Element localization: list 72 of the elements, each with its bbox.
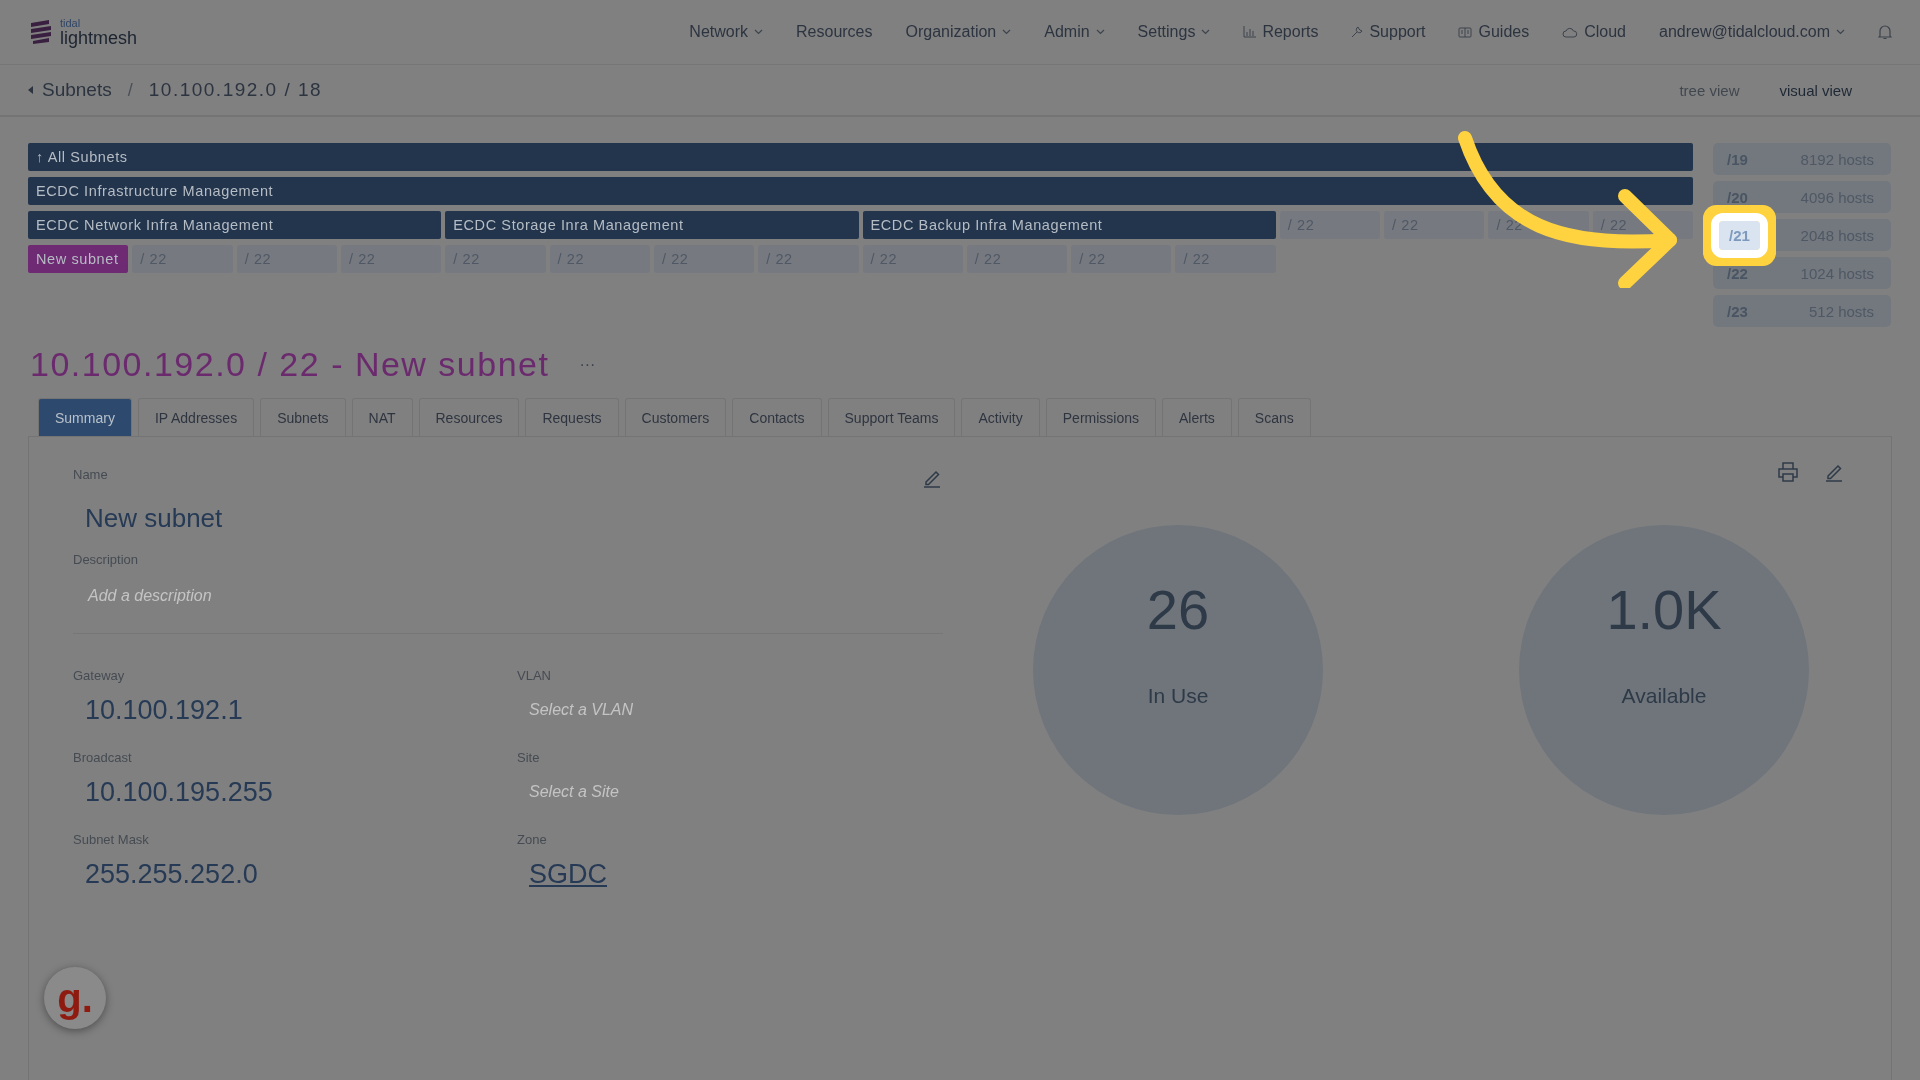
- nav-link[interactable]: Admin: [1044, 23, 1105, 41]
- field-label: Subnet Mask: [73, 832, 150, 847]
- stat-value: 1.0K: [1606, 577, 1722, 642]
- tab[interactable]: Support Teams: [827, 398, 956, 436]
- tab[interactable]: Requests: [525, 398, 619, 436]
- caret-icon: [1095, 29, 1105, 35]
- nav-link[interactable]: Organization: [905, 23, 1012, 41]
- caret-icon: [1201, 29, 1211, 35]
- nav-link[interactable]: Resources: [796, 23, 873, 41]
- nav-link[interactable]: andrew@tidalcloud.com: [1659, 23, 1845, 41]
- caret-icon: [1836, 29, 1845, 35]
- brand-tagline: tidal: [60, 17, 82, 29]
- back-caret-icon: [28, 86, 34, 94]
- field-label: VLAN: [517, 668, 552, 683]
- subnet-block[interactable]: ECDC Storage Inra Management: [445, 211, 859, 239]
- more-menu[interactable]: ···: [579, 355, 596, 374]
- back-link[interactable]: Subnets: [28, 79, 112, 101]
- bar-chart-icon: [1243, 26, 1257, 38]
- tab[interactable]: Customers: [624, 398, 727, 436]
- tab[interactable]: Activity: [961, 398, 1040, 436]
- tab[interactable]: Resources: [418, 398, 520, 436]
- field-value: 10.100.192.1: [84, 694, 244, 726]
- name-value: New subnet: [84, 502, 224, 534]
- print-icon[interactable]: [1777, 461, 1799, 483]
- book-icon: [1458, 26, 1473, 38]
- tab[interactable]: NAT: [351, 398, 413, 436]
- tab[interactable]: Scans: [1237, 398, 1311, 436]
- zone-link[interactable]: SGDC: [529, 859, 607, 890]
- subnet-block[interactable]: ECDC Backup Infra Management: [862, 211, 1276, 239]
- subnet-title: 10.100.192.0 / 22 - New subnet: [30, 345, 550, 384]
- wrench-icon: [1351, 26, 1364, 38]
- field-value: 255.255.252.0: [84, 858, 259, 890]
- field-label: Name: [73, 467, 108, 482]
- nav-link[interactable]: Reports: [1243, 23, 1319, 41]
- cloud-icon: [1562, 26, 1579, 38]
- select-field[interactable]: Select a Site: [517, 765, 943, 801]
- field-label: Zone: [517, 832, 548, 847]
- subnet-block[interactable]: New subnet: [28, 245, 129, 273]
- field-label: Site: [517, 750, 541, 765]
- nav-link[interactable]: Network: [689, 23, 764, 41]
- logo-icon: [28, 20, 54, 44]
- caret-icon: [754, 29, 764, 35]
- subnet-block[interactable]: ↑ All Subnets: [28, 143, 1693, 171]
- view-toggle[interactable]: visual view: [1779, 81, 1852, 99]
- nav-link[interactable]: Guides: [1458, 23, 1530, 41]
- view-toggle[interactable]: tree view: [1679, 81, 1740, 99]
- field-value: 10.100.195.255: [84, 776, 274, 808]
- select-field[interactable]: Select a VLAN: [517, 683, 943, 719]
- field-label: Gateway: [73, 668, 126, 683]
- caret-icon: [1002, 29, 1012, 35]
- tab[interactable]: Alerts: [1162, 398, 1232, 436]
- field-label: Description: [73, 552, 140, 567]
- breadcrumb-current: 10.100.192.0 / 18: [148, 79, 323, 101]
- nav-link[interactable]: Settings: [1137, 23, 1211, 41]
- nav-link[interactable]: Cloud: [1562, 23, 1626, 41]
- tab[interactable]: Contacts: [732, 398, 822, 436]
- tab[interactable]: Subnets: [260, 398, 346, 436]
- tab[interactable]: Permissions: [1045, 398, 1156, 436]
- bell-icon[interactable]: [1878, 24, 1892, 40]
- tab[interactable]: IP Addresses: [137, 398, 255, 436]
- brand-name: lightmesh: [60, 28, 138, 47]
- breadcrumb-separator: /: [127, 79, 133, 101]
- stat-label: Available: [1621, 684, 1707, 708]
- tab[interactable]: Summary: [38, 398, 132, 436]
- stat-label: In Use: [1147, 684, 1209, 708]
- subnet-block[interactable]: ECDC Infrastructure Management: [28, 177, 1693, 205]
- stat-value: 26: [1146, 577, 1210, 642]
- nav-link[interactable]: Support: [1351, 23, 1426, 41]
- field-label: Broadcast: [73, 750, 133, 765]
- help-widget[interactable]: g.: [44, 967, 106, 1029]
- subnet-block[interactable]: ECDC Network Infra Management: [28, 211, 442, 239]
- description-field[interactable]: Add a description: [73, 567, 943, 605]
